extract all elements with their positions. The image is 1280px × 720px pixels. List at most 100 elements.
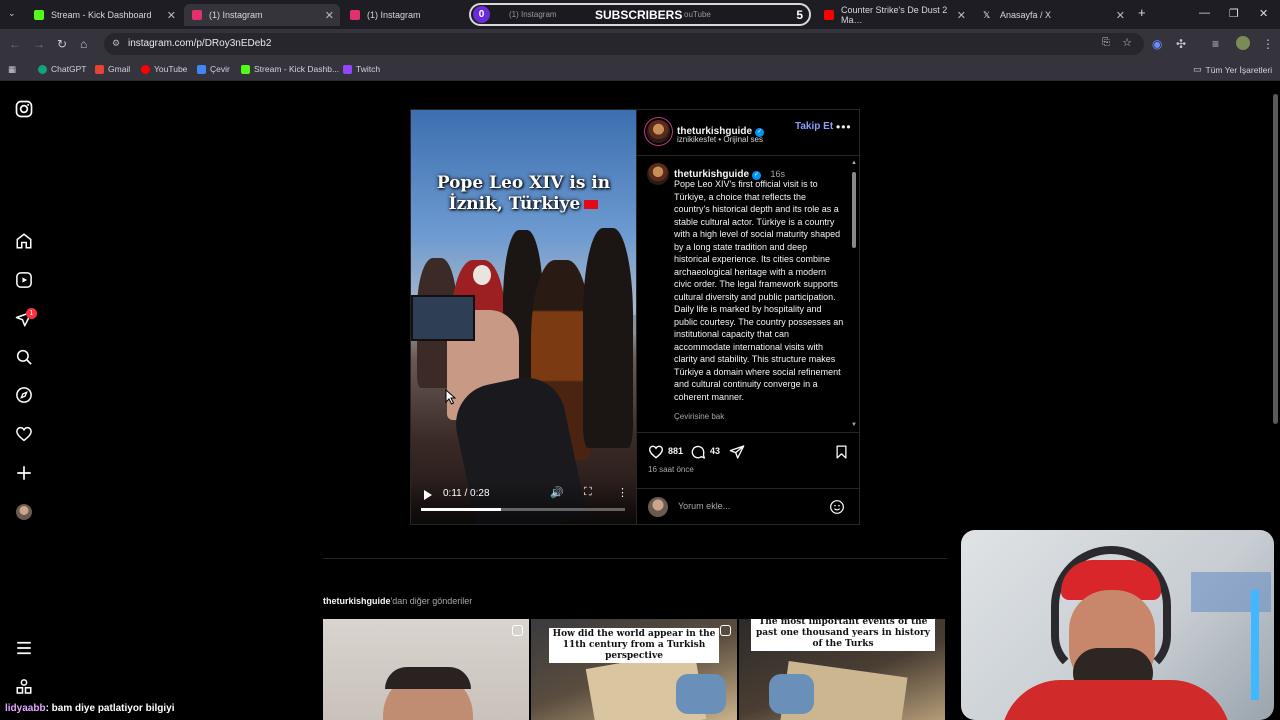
save-bookmark-icon[interactable] [834,444,849,460]
like-heart-icon[interactable] [648,444,664,460]
caption-avatar[interactable] [647,163,669,185]
reload-icon[interactable]: ↻ [57,37,67,51]
comment-icon[interactable] [690,444,706,460]
minimize-icon[interactable]: — [1199,7,1210,19]
create-plus-icon[interactable] [15,464,33,482]
new-tab-icon[interactable]: + [1138,5,1146,20]
folder-icon: ▭ [1193,64,1202,74]
back-icon[interactable]: ← [9,37,21,51]
follow-button[interactable]: Takip Et [795,121,833,132]
post-video[interactable]: Pope Leo XIV is in İznik, Türkiye 0:11 /… [411,110,636,524]
post-actions: 881 43 16 saat önce [637,432,860,488]
instagram-logo-icon[interactable] [15,100,33,118]
gmail-icon [95,64,104,74]
x-logo-icon: 𝕏 [983,10,991,20]
reels-icon[interactable] [15,271,33,289]
scroll-up-icon[interactable]: ▲ [851,160,857,166]
bookmark-translate[interactable]: Çevir [197,64,230,74]
caption-scrollbar[interactable]: ▲ ▼ [851,160,857,430]
profile-avatar[interactable] [1236,36,1250,50]
bookmark-gmail[interactable]: Gmail [95,64,130,74]
play-icon[interactable] [424,490,432,500]
thumb-glove [769,674,814,714]
address-bar[interactable]: ⚙ instagram.com/p/DRoy3nEDeb2 ⎘ ☆ [104,33,1144,55]
streamer-webcam [961,530,1274,720]
video-time: 0:11 / 0:28 [443,488,490,499]
tab-search-icon[interactable]: ⌄ [8,8,16,19]
all-bookmarks[interactable]: ▭ Tüm Yer İşaretleri [1193,64,1272,75]
kick-icon [34,10,44,20]
video-phone [411,295,475,341]
home-icon[interactable] [15,232,33,250]
tab-youtube-cs[interactable]: Counter Strike's De Dust 2 Ma… ✕ [816,4,972,26]
explore-icon[interactable] [15,386,33,404]
browser-tabbar: ⌄ Stream - Kick Dashboard ✕ (1) Instagra… [0,0,1280,29]
bookmark-twitch[interactable]: Twitch [343,64,380,74]
home-icon[interactable]: ⌂ [80,37,87,51]
author-avatar[interactable] [647,120,670,143]
reel-icon [512,625,523,636]
menu-icon[interactable]: ⋮ [1262,37,1274,51]
url-text: instagram.com/p/DRoy3nEDeb2 [128,38,272,49]
thumb-caption: The most important events of the past on… [751,619,935,651]
thumb-caption: How did the world appear in the 11th cen… [549,628,719,663]
section-divider [323,558,947,559]
post-audio[interactable]: Orijinal ses [723,135,763,144]
share-icon[interactable] [729,444,745,460]
extensions-icon[interactable]: ✣ [1176,37,1186,51]
forward-icon[interactable]: → [33,37,45,51]
video-seekbar[interactable] [421,508,625,511]
subscriber-label: SUBSCRIBERS [595,8,683,22]
stream-chat-message: lidyaabb: bam diye patlatiyor bilgiyi [5,703,175,714]
apps-grid-icon[interactable]: ▦ [8,64,16,75]
tab-x-home[interactable]: 𝕏 Anasayfa / X ✕ [975,4,1131,26]
fullscreen-icon[interactable]: ⛶ [584,486,592,499]
tab-kick-dashboard[interactable]: Stream - Kick Dashboard ✕ [26,4,182,26]
bookmark-kick[interactable]: Stream - Kick Dashb... [241,64,339,74]
instagram-sidebar: 1 [0,82,48,720]
scroll-thumb[interactable] [852,172,856,248]
chat-username: lidyaabb [5,703,46,714]
close-icon[interactable]: ✕ [957,9,966,22]
see-translation-link[interactable]: Çevirisine bak [674,412,724,421]
notification-badge: 1 [26,308,37,319]
install-app-icon[interactable]: ⎘ [1102,37,1110,48]
close-icon[interactable]: ✕ [325,9,334,22]
video-controls: 0:11 / 0:28 🔊 ⛶ ⋮ [411,480,636,524]
media-controls-icon[interactable]: ≡ [1212,37,1219,51]
scroll-down-icon[interactable]: ▼ [851,422,857,428]
bookmark-youtube[interactable]: YouTube [141,64,187,74]
more-posts-heading: theturkishguide'dan diğer gönderiler [323,596,473,606]
more-post-thumb[interactable]: How did the world appear in the 11th cen… [531,619,737,720]
profile-avatar[interactable] [16,504,32,520]
close-icon[interactable]: ✕ [1116,9,1125,22]
search-icon[interactable] [15,348,33,366]
bookmark-chatgpt[interactable]: ChatGPT [38,64,86,74]
close-icon[interactable]: ✕ [167,9,176,22]
bookmark-star-icon[interactable]: ☆ [1122,36,1132,49]
more-post-thumb[interactable] [323,619,529,720]
post-options-icon[interactable]: ••• [836,120,852,134]
comment-input[interactable]: Yorum ekle... [678,501,730,511]
post-header: theturkishguide ✓ iznikikesfet • Orijinal… [637,110,860,156]
more-menu-icon[interactable] [15,639,33,657]
notifications-heart-icon[interactable] [15,425,33,443]
restore-icon[interactable]: ❐ [1229,7,1239,20]
page-scroll-thumb[interactable] [1273,94,1278,424]
reel-icon [720,625,731,636]
site-info-icon[interactable]: ⚙ [112,38,120,49]
mouse-cursor-icon [445,389,456,405]
tab-instagram-active[interactable]: (1) Instagram ✕ [184,4,340,26]
volume-icon[interactable]: 🔊 [550,486,564,499]
more-post-thumb[interactable]: The most important events of the past on… [739,619,945,720]
caption-area: theturkishguide ✓ 16s Pope Leo XIV's firs… [637,157,860,432]
post-location[interactable]: iznikikesfet [677,135,716,144]
emoji-icon[interactable] [829,499,845,515]
video-more-icon[interactable]: ⋮ [617,486,628,499]
window-close-icon[interactable]: ✕ [1259,7,1268,20]
like-count[interactable]: 881 [668,446,683,456]
also-from-meta-icon[interactable] [15,678,33,696]
extension-audio-icon[interactable]: ◉ [1152,37,1162,51]
tab-instagram[interactable]: (1) Instagram [342,4,462,26]
comment-count[interactable]: 43 [710,446,720,456]
